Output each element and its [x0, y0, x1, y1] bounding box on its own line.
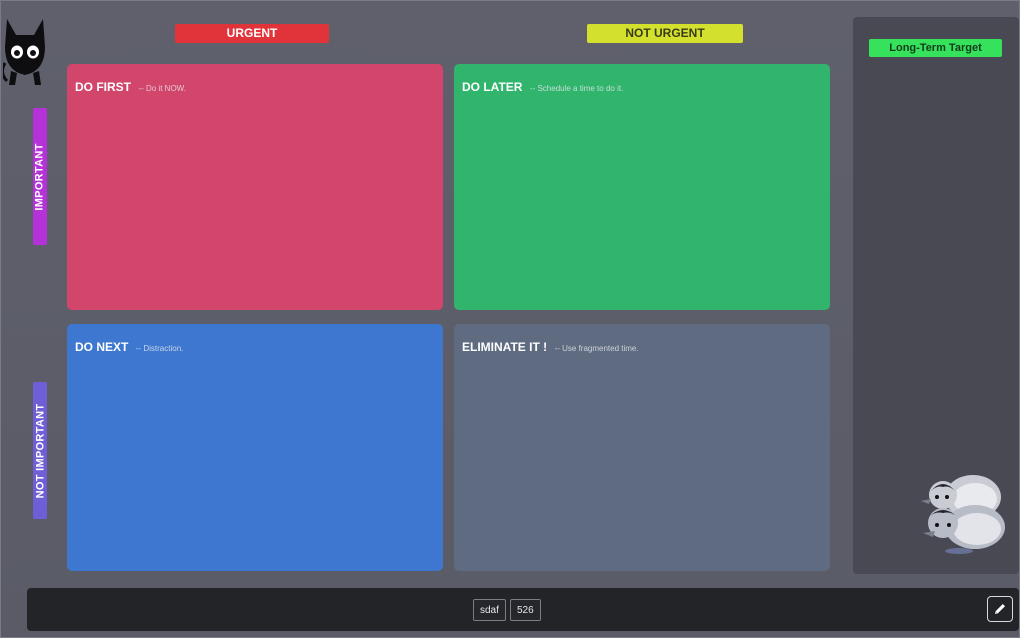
urgent-header: URGENT: [175, 24, 329, 43]
app-window: URGENT NOT URGENT IMPORTANT NOT IMPORTAN…: [0, 0, 1020, 638]
not-important-text: NOT IMPORTANT: [34, 403, 46, 498]
quadrant-hint: -- Do it NOW.: [138, 84, 187, 93]
quadrant-do-next[interactable]: DO NEXT -- Distraction.: [67, 324, 443, 571]
long-term-target-button[interactable]: Long-Term Target: [869, 39, 1002, 57]
edit-button[interactable]: [987, 596, 1013, 622]
penguins-icon: [921, 475, 1005, 554]
quadrant-do-later[interactable]: DO LATER -- Schedule a time to do it.: [454, 64, 830, 310]
bottom-chip[interactable]: sdaf: [473, 599, 506, 621]
black-cat-icon: [3, 19, 45, 85]
quadrant-eliminate-it[interactable]: ELIMINATE IT ! -- Use fragmented time.: [454, 324, 830, 571]
quadrant-title: DO NEXT: [75, 340, 129, 354]
quadrant-do-first[interactable]: DO FIRST -- Do it NOW.: [67, 64, 443, 310]
quadrant-hint: -- Distraction.: [135, 344, 184, 353]
quadrant-hint: -- Schedule a time to do it.: [529, 84, 624, 93]
not-important-label: NOT IMPORTANT: [33, 382, 47, 519]
quadrant-title: DO LATER: [462, 80, 523, 94]
not-urgent-header: NOT URGENT: [587, 24, 743, 43]
quadrant-title: DO FIRST: [75, 80, 131, 94]
quadrant-hint: -- Use fragmented time.: [554, 344, 639, 353]
bottom-chip[interactable]: 526: [510, 599, 541, 621]
important-text: IMPORTANT: [34, 142, 46, 211]
quadrant-title: ELIMINATE IT !: [462, 340, 548, 354]
pencil-icon: [995, 604, 1005, 614]
important-label: IMPORTANT: [33, 108, 47, 245]
long-term-panel: Long-Term Target: [853, 17, 1019, 574]
bottom-bar: sdaf 526: [27, 588, 1019, 631]
